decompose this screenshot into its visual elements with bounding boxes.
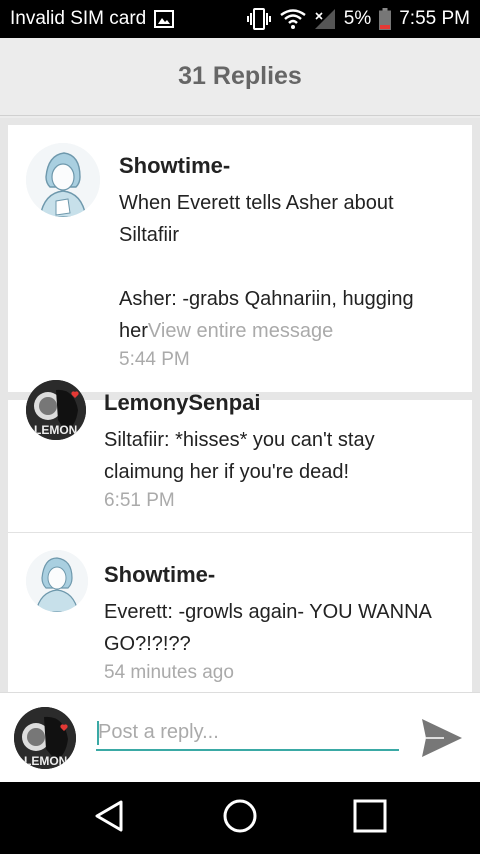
reply-text: Siltafiir: *hisses* you can't stay claim… — [104, 429, 375, 483]
reply-author[interactable]: Showtime- — [104, 562, 215, 588]
signal-icon — [314, 8, 336, 30]
avatar[interactable] — [26, 550, 88, 612]
reply-composer: LEMON — [0, 692, 480, 782]
battery-percent: 5% — [343, 8, 372, 29]
replies-list[interactable]: Showtime- When Everett tells Asher about… — [0, 118, 480, 692]
reply-text: When Everett tells Asher about Siltafiir… — [119, 192, 414, 342]
reply-card[interactable]: Showtime- When Everett tells Asher about… — [8, 125, 472, 392]
clock-text: 7:55 PM — [399, 8, 470, 29]
svg-text:LEMON: LEMON — [34, 423, 77, 437]
reply-input[interactable] — [96, 715, 399, 751]
image-icon — [154, 10, 175, 28]
reply-text: Everett: -growls again- YOU WANNA GO?!?!… — [104, 601, 432, 655]
reply-author[interactable]: LemonySenpai — [104, 390, 260, 416]
home-button[interactable] — [215, 796, 265, 840]
page-title: 31 Replies — [178, 62, 302, 90]
carrier-text: Invalid SIM card — [10, 8, 147, 29]
send-button[interactable] — [420, 717, 464, 759]
text-cursor — [97, 721, 99, 745]
avatar[interactable] — [26, 143, 100, 217]
view-entire-message-link[interactable]: View entire message — [148, 320, 333, 342]
recents-button[interactable] — [345, 796, 395, 840]
reply-timestamp: 54 minutes ago — [104, 662, 234, 683]
divider — [8, 532, 472, 533]
reply-author[interactable]: Showtime- — [119, 153, 230, 179]
back-icon — [93, 799, 125, 838]
user-avatar[interactable]: LEMON — [14, 707, 76, 769]
home-icon — [222, 798, 258, 839]
battery-icon — [379, 8, 392, 30]
system-nav-bar — [0, 782, 480, 854]
reply-timestamp: 5:44 PM — [119, 349, 190, 370]
avatar[interactable]: LEMON — [26, 380, 86, 440]
svg-text:LEMON: LEMON — [24, 754, 67, 768]
reply-timestamp: 6:51 PM — [104, 490, 175, 511]
back-button[interactable] — [84, 796, 134, 840]
reply-thread: LEMON LemonySenpai Siltafiir: *hisses* y… — [8, 380, 472, 692]
app-header: 31 Replies — [0, 38, 480, 116]
status-bar: Invalid SIM card 5% 7:55 PM — [0, 0, 480, 38]
recents-icon — [353, 799, 387, 838]
vibrate-icon — [246, 8, 272, 30]
wifi-icon — [280, 9, 306, 29]
send-icon — [420, 719, 464, 763]
